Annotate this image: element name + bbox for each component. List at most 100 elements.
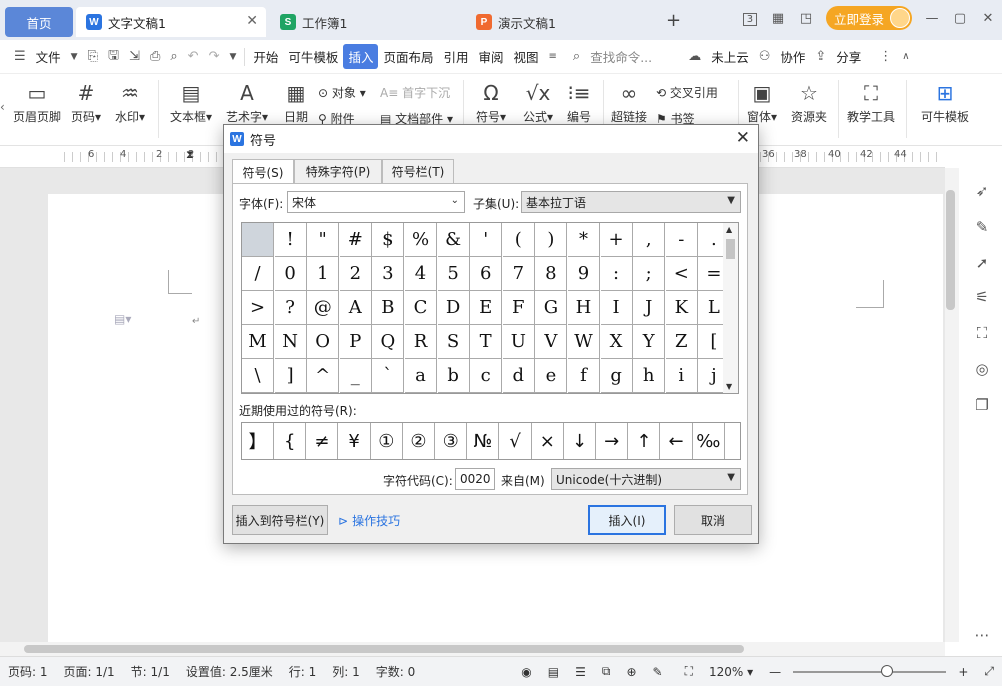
skin-icon[interactable]: ◳ <box>792 11 820 26</box>
symbol-cell[interactable]: Y <box>633 325 666 359</box>
symbol-cell[interactable]: \ <box>242 359 274 393</box>
menu-reference[interactable]: 引用 <box>438 47 473 66</box>
undo-icon[interactable]: ↶ <box>183 49 204 64</box>
read-view-icon[interactable]: ⧉ <box>594 664 619 679</box>
teaching-tools-button[interactable]: ⛶ 教学工具 <box>844 78 898 125</box>
symbol-cell[interactable]: O <box>307 325 340 359</box>
symbol-cell[interactable]: : <box>600 257 633 291</box>
horizontal-scroll-thumb[interactable] <box>24 645 744 653</box>
hyperlink-button[interactable]: ∞ 超链接 <box>608 78 650 125</box>
recent-symbol-cell[interactable]: ↓ <box>564 423 596 459</box>
recent-symbol-cell[interactable]: ↑ <box>628 423 661 459</box>
symbol-cell[interactable]: 0 <box>274 257 307 291</box>
more-dots-icon[interactable]: ⋯ <box>972 626 992 646</box>
crossref-button[interactable]: ⟲ 交叉引用 <box>656 84 718 101</box>
zoom-in-icon[interactable]: + <box>950 665 976 679</box>
recent-symbol-cell[interactable]: √ <box>500 423 532 459</box>
export-icon[interactable]: ⇲ <box>124 49 145 64</box>
symbol-cell[interactable]: H <box>568 291 600 325</box>
recent-symbol-cell[interactable]: ≠ <box>306 423 339 459</box>
subset-select[interactable]: 基本拉丁语 ▼ <box>521 191 741 213</box>
symbol-cell[interactable]: , <box>633 223 666 257</box>
resources-button[interactable]: ☆ 资源夹 <box>786 78 832 125</box>
window-count-icon[interactable]: 3 <box>736 11 764 26</box>
symbol-cell[interactable]: F <box>502 291 535 325</box>
symbol-cell[interactable]: 6 <box>470 257 503 291</box>
tab-symbol-bar[interactable]: 符号栏(T) <box>382 159 454 183</box>
symbol-cell[interactable]: X <box>600 325 633 359</box>
menu-view[interactable]: 视图 <box>509 47 544 66</box>
dropcap-button[interactable]: A≡ 首字下沉 <box>380 84 450 101</box>
zoom-slider[interactable] <box>793 664 947 677</box>
close-tab-icon[interactable]: ✕ <box>246 13 258 29</box>
symbol-cell[interactable]: a <box>405 359 437 393</box>
symbol-cell[interactable]: B <box>372 291 405 325</box>
symbol-cell[interactable]: d <box>502 359 535 393</box>
tab-presentation[interactable]: P 演示文稿1 <box>466 7 656 37</box>
symbol-cell[interactable]: 8 <box>535 257 568 291</box>
status-setting[interactable]: 设置值: 2.5厘米 <box>178 663 281 680</box>
menu-review[interactable]: 审阅 <box>473 47 508 66</box>
symbol-cell[interactable]: Z <box>665 325 698 359</box>
recent-symbol-cell[interactable]: ← <box>661 423 693 459</box>
symbol-cell[interactable]: g <box>600 359 633 393</box>
symbol-cell[interactable]: M <box>242 325 274 359</box>
textbox-button[interactable]: ▤ 文本框▾ <box>166 78 216 125</box>
symbol-cell[interactable]: ( <box>502 223 535 257</box>
status-words[interactable]: 字数: 0 <box>368 663 424 680</box>
new-tab-button[interactable]: + <box>666 10 681 31</box>
symbol-cell[interactable]: K <box>665 291 698 325</box>
symbol-cell[interactable]: f <box>568 359 600 393</box>
symbol-cell[interactable]: e <box>535 359 568 393</box>
tab-document[interactable]: W 文字文稿1 ✕ <box>76 7 266 37</box>
symbol-cell[interactable]: I <box>600 291 633 325</box>
hamburger-icon[interactable]: ☰ <box>0 49 31 64</box>
status-page[interactable]: 页面: 1/1 <box>56 663 123 680</box>
symbol-cell[interactable]: P <box>339 325 372 359</box>
vertical-scroll-thumb[interactable] <box>946 190 955 310</box>
recent-symbols[interactable]: 】{≠ ¥ ① ② ③ № √ × ↓ → ↑ ← ‰ <box>241 422 741 460</box>
outline-view-icon[interactable]: ☰ <box>567 665 594 679</box>
page-number-button[interactable]: # 页码▾ <box>66 78 106 125</box>
zoom-level[interactable]: 120% ▾ <box>701 665 761 679</box>
menu-file[interactable]: 文件 <box>31 47 66 66</box>
symbol-cell[interactable]: $ <box>372 223 405 257</box>
login-button[interactable]: 立即登录 <box>825 6 912 30</box>
status-row[interactable]: 行: 1 <box>281 663 325 680</box>
preview-icon[interactable]: ⌕ <box>165 49 182 64</box>
ribbon-scroll-left-icon[interactable]: ‹ <box>0 100 5 114</box>
symbol-cell[interactable]: U <box>502 325 535 359</box>
scroll-down-icon[interactable]: ▼ <box>726 382 732 391</box>
numbering-button[interactable]: ⁝≡ 编号 <box>562 78 596 125</box>
symbol-cell[interactable]: 1 <box>307 257 340 291</box>
tab-home[interactable]: 首页 <box>5 7 73 37</box>
recent-symbol-cell[interactable]: ‰ <box>693 423 725 459</box>
menu-keniu[interactable]: 可牛模板 <box>283 47 343 66</box>
cancel-button[interactable]: 取消 <box>674 505 752 535</box>
write-view-icon[interactable]: ✎ <box>645 665 671 679</box>
pen-icon[interactable]: ✎ <box>972 218 992 238</box>
more-menu-icon[interactable]: ≡ <box>544 51 562 62</box>
recent-symbol-cell[interactable]: ② <box>403 423 435 459</box>
form-button[interactable]: ▣ 窗体▾ <box>744 78 780 125</box>
zoom-out-icon[interactable]: — <box>761 665 789 679</box>
cloud-status[interactable]: 未上云 <box>706 47 754 66</box>
more-chevron-icon[interactable]: ▼ <box>224 52 241 62</box>
recent-symbol-cell[interactable]: × <box>532 423 564 459</box>
font-select[interactable]: 宋体 ⌄ <box>287 191 465 213</box>
recent-symbol-cell[interactable]: 】 <box>242 423 274 459</box>
chevron-down-icon[interactable]: ▼ <box>66 52 83 62</box>
dialog-titlebar[interactable]: W 符号 ✕ <box>224 125 758 153</box>
rocket-icon[interactable]: ➶ <box>972 182 992 202</box>
print-icon[interactable]: ⎙ <box>145 49 165 64</box>
scroll-thumb[interactable] <box>726 239 735 259</box>
fullscreen-icon[interactable]: ⤢ <box>976 664 1002 679</box>
search-input[interactable]: 查找命令... <box>585 47 683 66</box>
quick-new-icon[interactable]: ⎘ <box>83 49 103 64</box>
recent-symbol-cell[interactable]: { <box>274 423 307 459</box>
symbol-cell[interactable]: W <box>568 325 600 359</box>
symbol-cell[interactable]: ` <box>372 359 405 393</box>
symbol-cell[interactable]: * <box>568 223 600 257</box>
symbol-cell[interactable]: b <box>437 359 470 393</box>
tips-link[interactable]: ⊳ 操作技巧 <box>338 512 400 529</box>
